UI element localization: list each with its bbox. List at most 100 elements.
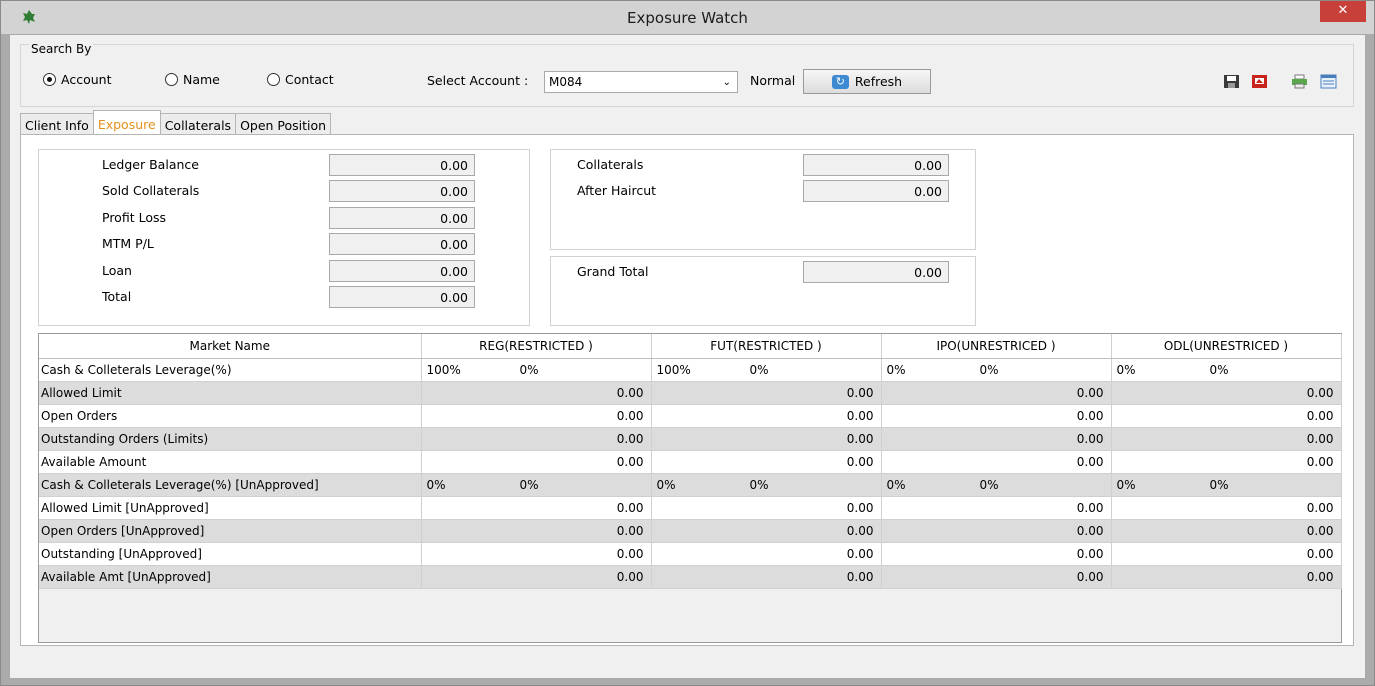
table-row[interactable]: Allowed Limit 0.00 0.00 0.00 0.00 xyxy=(39,381,1342,405)
radio-name-indicator[interactable] xyxy=(165,73,178,86)
radio-account[interactable]: Account xyxy=(43,72,111,87)
cell-odl-value: 0% xyxy=(1116,477,1136,492)
cell-reg-value-2: 0% xyxy=(519,477,539,492)
tab-collaterals[interactable]: Collaterals xyxy=(159,113,237,135)
radio-account-indicator[interactable] xyxy=(43,73,56,86)
grid-header-row: Market Name REG(RESTRICTED ) FUT(RESTRIC… xyxy=(39,334,1342,359)
cell-odl: 0.00 xyxy=(1111,427,1342,451)
table-row[interactable]: Allowed Limit [UnApproved] 0.00 0.00 0.0… xyxy=(39,496,1342,520)
radio-account-label: Account xyxy=(61,72,112,87)
radio-contact-indicator[interactable] xyxy=(267,73,280,86)
save-icon[interactable] xyxy=(1223,74,1240,89)
cell-reg: 0% 0% xyxy=(421,473,652,497)
pdf-icon[interactable] xyxy=(1251,74,1268,89)
mode-label: Normal xyxy=(750,73,796,88)
tab-strip: Client Info Exposure Collaterals Open Po… xyxy=(20,110,332,135)
row-name: Available Amount xyxy=(39,450,422,474)
cell-odl: 0.00 xyxy=(1111,381,1342,405)
search-by-label: Search By xyxy=(29,42,94,56)
grand-total-panel: Grand Total 0.00 xyxy=(550,256,976,326)
refresh-label: Refresh xyxy=(854,74,903,89)
table-row[interactable]: Outstanding Orders (Limits) 0.00 0.00 0.… xyxy=(39,427,1342,451)
cell-reg: 0.00 xyxy=(421,565,652,589)
total-field[interactable]: 0.00 xyxy=(329,286,475,308)
radio-contact[interactable]: Contact xyxy=(267,72,334,87)
cell-reg-value-2: 0% xyxy=(519,362,539,377)
cell-ipo: 0.00 xyxy=(881,404,1112,428)
tab-open-position[interactable]: Open Position xyxy=(235,113,332,135)
cell-odl: 0.00 xyxy=(1111,496,1342,520)
cell-reg: 0.00 xyxy=(421,427,652,451)
cell-ipo-value-2: 0% xyxy=(979,362,999,377)
cell-odl-value-2: 0% xyxy=(1209,362,1229,377)
cell-fut-value: 0% xyxy=(656,477,676,492)
cell-fut: 0.00 xyxy=(651,565,882,589)
chevron-down-icon[interactable]: ⌄ xyxy=(723,77,731,88)
cell-reg: 0.00 xyxy=(421,450,652,474)
cell-odl: 0.00 xyxy=(1111,404,1342,428)
column-header-odl[interactable]: ODL(UNRESTRICED ) xyxy=(1111,334,1342,359)
grand-total-field[interactable]: 0.00 xyxy=(803,261,949,283)
row-name: Outstanding Orders (Limits) xyxy=(39,427,422,451)
collaterals-field[interactable]: 0.00 xyxy=(803,154,949,176)
cell-reg: 100% 0% xyxy=(421,358,652,382)
cell-fut: 0.00 xyxy=(651,496,882,520)
after-haircut-label: After Haircut xyxy=(577,183,657,198)
print-icon[interactable] xyxy=(1291,74,1308,89)
cell-fut-value: 100% xyxy=(656,362,691,377)
cell-ipo-value-2: 0% xyxy=(979,477,999,492)
select-account-label: Select Account : xyxy=(427,73,529,88)
mtm-pl-field[interactable]: 0.00 xyxy=(329,233,475,255)
account-select[interactable]: M084 ⌄ xyxy=(544,71,738,93)
row-name: Cash & Colleterals Leverage(%) [UnApprov… xyxy=(39,473,422,497)
table-row[interactable]: Cash & Colleterals Leverage(%) [UnApprov… xyxy=(39,473,1342,497)
market-exposure-grid[interactable]: Market Name REG(RESTRICTED ) FUT(RESTRIC… xyxy=(38,333,1342,643)
table-row[interactable]: Open Orders 0.00 0.00 0.00 0.00 xyxy=(39,404,1342,428)
column-header-fut[interactable]: FUT(RESTRICTED ) xyxy=(651,334,882,359)
profit-loss-field[interactable]: 0.00 xyxy=(329,207,475,229)
exposure-watch-window: Exposure Watch ✕ Search By Account Name … xyxy=(0,0,1375,686)
loan-label: Loan xyxy=(102,263,132,278)
cell-odl: 0.00 xyxy=(1111,450,1342,474)
cell-ipo: 0.00 xyxy=(881,496,1112,520)
cell-fut-value-2: 0% xyxy=(749,477,769,492)
cell-fut: 0.00 xyxy=(651,542,882,566)
cell-reg: 0.00 xyxy=(421,381,652,405)
refresh-button[interactable]: ↻ Refresh xyxy=(803,69,931,94)
ledger-balance-label: Ledger Balance xyxy=(102,157,199,172)
tab-client-info[interactable]: Client Info xyxy=(20,113,94,135)
close-button[interactable]: ✕ xyxy=(1320,1,1366,22)
grid-view-icon[interactable] xyxy=(1320,74,1337,89)
cell-fut: 0.00 xyxy=(651,381,882,405)
cell-ipo: 0% 0% xyxy=(881,473,1112,497)
table-row[interactable]: Open Orders [UnApproved] 0.00 0.00 0.00 … xyxy=(39,519,1342,543)
table-row[interactable]: Cash & Colleterals Leverage(%) 100% 0% 10… xyxy=(39,358,1342,382)
profit-loss-label: Profit Loss xyxy=(102,210,166,225)
after-haircut-field[interactable]: 0.00 xyxy=(803,180,949,202)
cell-fut: 0% 0% xyxy=(651,473,882,497)
column-header-reg[interactable]: REG(RESTRICTED ) xyxy=(421,334,652,359)
row-name: Open Orders [UnApproved] xyxy=(39,519,422,543)
table-row[interactable]: Outstanding [UnApproved] 0.00 0.00 0.00 … xyxy=(39,542,1342,566)
cell-ipo: 0.00 xyxy=(881,450,1112,474)
sold-collaterals-field[interactable]: 0.00 xyxy=(329,180,475,202)
sold-collaterals-label: Sold Collaterals xyxy=(102,183,200,198)
table-row[interactable]: Available Amount 0.00 0.00 0.00 0.00 xyxy=(39,450,1342,474)
loan-field[interactable]: 0.00 xyxy=(329,260,475,282)
radio-name[interactable]: Name xyxy=(165,72,220,87)
cell-ipo-value: 0% xyxy=(886,362,906,377)
table-row[interactable]: Available Amt [UnApproved] 0.00 0.00 0.0… xyxy=(39,565,1342,589)
cell-fut: 0.00 xyxy=(651,450,882,474)
title-bar[interactable]: Exposure Watch ✕ xyxy=(1,1,1374,34)
cell-fut-value-2: 0% xyxy=(749,362,769,377)
column-header-ipo[interactable]: IPO(UNRESTRICED ) xyxy=(881,334,1112,359)
row-name: Allowed Limit [UnApproved] xyxy=(39,496,422,520)
cell-fut: 100% 0% xyxy=(651,358,882,382)
ledger-balance-field[interactable]: 0.00 xyxy=(329,154,475,176)
column-header-market-name[interactable]: Market Name xyxy=(39,334,422,359)
row-name: Available Amt [UnApproved] xyxy=(39,565,422,589)
cell-reg: 0.00 xyxy=(421,404,652,428)
tab-exposure[interactable]: Exposure xyxy=(92,110,161,134)
cell-odl: 0.00 xyxy=(1111,565,1342,589)
cell-odl: 0.00 xyxy=(1111,519,1342,543)
